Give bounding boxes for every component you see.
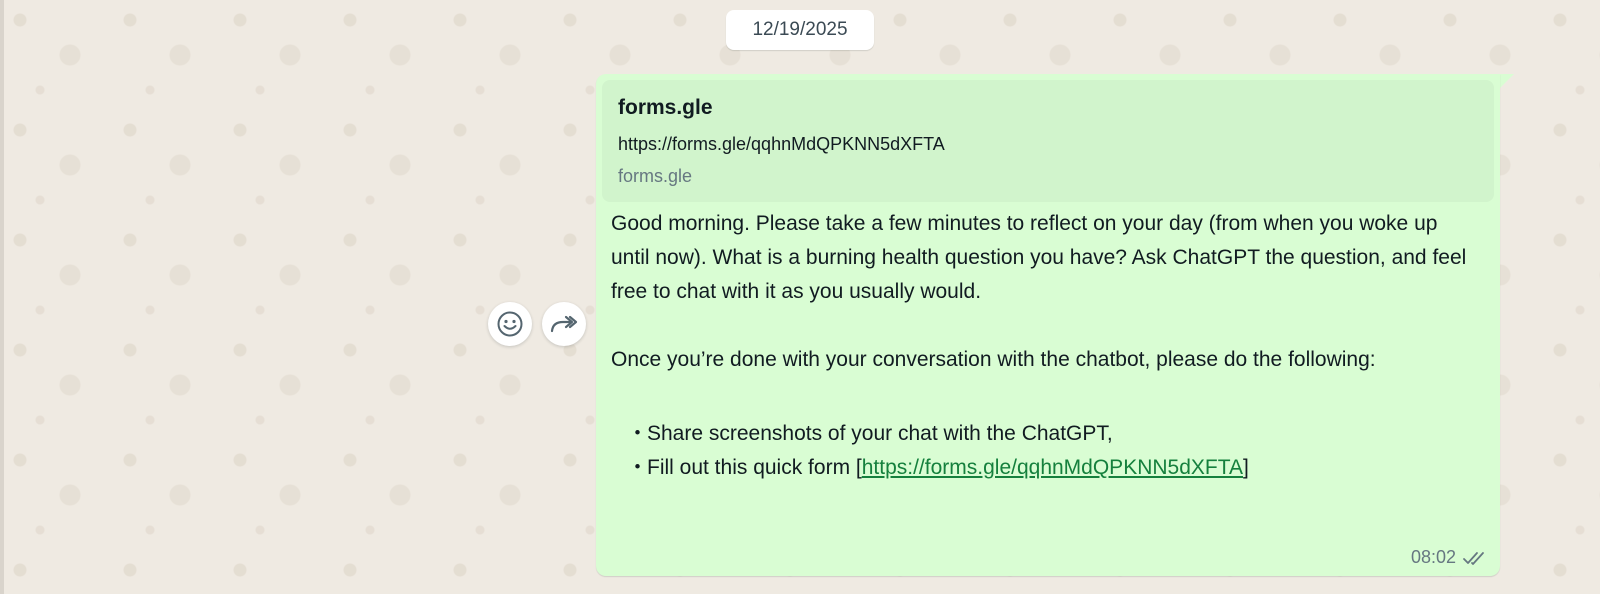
double-check-icon: [1463, 551, 1484, 565]
bullet-text-prefix: Fill out this quick form [: [647, 456, 862, 479]
link-preview-title: forms.gle: [618, 96, 713, 119]
link-preview-domain: forms.gle: [618, 166, 693, 186]
link-preview-url: https://forms.gle/qqhnMdQPKNN5dXFTA: [618, 134, 945, 154]
forward-button[interactable]: [542, 302, 586, 346]
forward-icon: [550, 315, 578, 333]
message-body: Good morning. Please take a few minutes …: [611, 207, 1471, 485]
message-paragraph-1: Good morning. Please take a few minutes …: [611, 212, 1467, 303]
bullet-marker: ・: [627, 422, 648, 445]
message-time: 08:02: [1410, 547, 1456, 567]
list-item: ・Share screenshots of your chat with the…: [611, 417, 1471, 451]
link-preview-card[interactable]: forms.gle https://forms.gle/qqhnMdQPKNN5…: [602, 80, 1494, 202]
react-emoji-button[interactable]: [488, 302, 532, 346]
list-item: ・Fill out this quick form [https://forms…: [611, 451, 1471, 485]
date-label: 12/19/2025: [752, 19, 848, 40]
panel-divider: [0, 0, 4, 594]
smiley-icon: [497, 311, 523, 337]
bullet-marker: ・: [627, 456, 648, 479]
bullet-text: Share screenshots of your chat with the …: [647, 422, 1113, 445]
message-paragraph-2: Once you’re done with your conversation …: [611, 348, 1376, 371]
form-link[interactable]: https://forms.gle/qqhnMdQPKNN5dXFTA: [862, 456, 1243, 479]
outgoing-message-bubble[interactable]: forms.gle https://forms.gle/qqhnMdQPKNN5…: [596, 74, 1500, 576]
message-meta: 08:02: [1411, 547, 1488, 568]
bullet-text-suffix: ]: [1243, 456, 1249, 479]
date-separator: 12/19/2025: [726, 10, 874, 50]
bubble-tail: [1500, 74, 1514, 88]
